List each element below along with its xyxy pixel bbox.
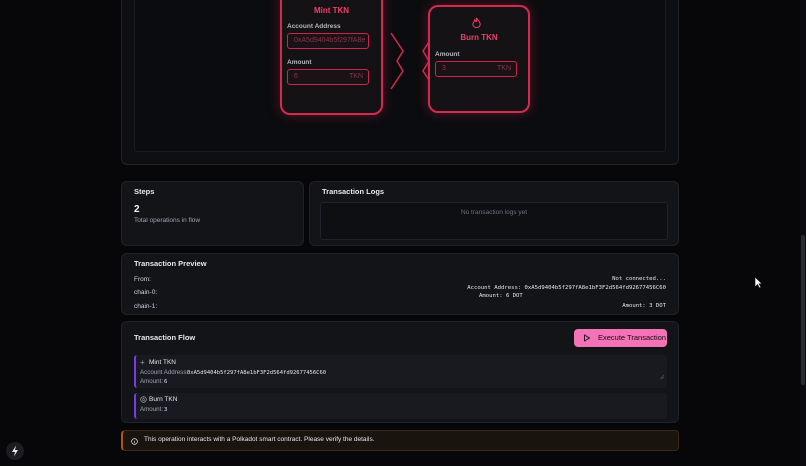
mint-tkn-node[interactable]: + Mint TKN Account Address 0xA5d9404b5f2… — [280, 0, 383, 115]
transaction-preview-card: Transaction Preview From: Not connected.… — [121, 253, 679, 315]
steps-card: Steps 2 Total operations in flow — [121, 181, 304, 246]
steps-count: 2 — [134, 204, 140, 215]
mint-amount-unit: TKN — [349, 73, 363, 80]
preview-from-label: From: — [134, 276, 151, 283]
flame-icon — [472, 17, 481, 28]
steps-caption: Total operations in flow — [134, 217, 201, 224]
mint-account-label: Account Address — [287, 23, 341, 30]
preview-title: Transaction Preview — [134, 259, 207, 268]
burn-amount-label: Amount — [435, 51, 460, 58]
transaction-logs-card: Transaction Logs No transaction logs yet — [309, 181, 679, 246]
resize-handle-icon[interactable] — [659, 374, 665, 380]
preview-chain0-amount: Amount: 6 DOT — [479, 293, 523, 299]
flow-step-item[interactable]: + Mint TKN Account Address: 0xA5d9404b5f… — [134, 355, 667, 388]
preview-chain1-label: chain-1: — [134, 303, 158, 310]
burn-amount-unit: TKN — [497, 65, 511, 72]
mint-amount-input[interactable]: 6 TKN — [287, 69, 369, 85]
burn-tkn-node[interactable]: Burn TKN Amount 3 TKN — [428, 5, 530, 113]
app-launcher-button[interactable] — [6, 442, 24, 460]
step-title: Mint TKN — [149, 359, 176, 366]
flame-icon — [140, 396, 147, 403]
step-amount-label: Amount: — [140, 378, 164, 385]
step-title: Burn TKN — [149, 396, 178, 403]
step-amount-value: 3 — [164, 406, 168, 413]
execute-label: Execute Transaction — [598, 333, 666, 342]
plus-icon: + — [328, 0, 334, 4]
lightning-icon — [12, 445, 18, 457]
burn-amount-input[interactable]: 3 TKN — [435, 61, 517, 77]
warning-text: This operation interacts with a Polkadot… — [144, 436, 375, 443]
steps-title: Steps — [134, 187, 155, 196]
flow-step-item[interactable]: Burn TKN Amount: 3 — [134, 393, 667, 419]
mint-account-value: 0xA5d9404b5f297fA8e — [294, 37, 366, 44]
preview-chain1-value: Amount: 3 DOT — [622, 303, 666, 309]
mint-node-title: Mint TKN — [313, 6, 350, 15]
step-amount-value: 6 — [164, 378, 168, 385]
flow-canvas[interactable]: + Mint TKN Account Address 0xA5d9404b5f2… — [134, 0, 666, 152]
mint-account-input[interactable]: 0xA5d9404b5f297fA8e — [287, 33, 369, 49]
step-account-label: Account Address: — [140, 369, 189, 376]
step-account-value: 0xA5d9404b5f297fA8e1bF3F2d564fd92677456C… — [187, 369, 327, 376]
logs-title: Transaction Logs — [322, 187, 385, 196]
plus-icon: + — [140, 358, 145, 367]
flow-title: Transaction Flow — [134, 333, 196, 342]
page-scrollbar-thumb[interactable] — [801, 235, 805, 385]
preview-chain0-account: Account Address: 0xA5d9404b5f297fA8e1bF3… — [467, 285, 666, 291]
play-icon — [584, 334, 591, 342]
step-amount-label: Amount: — [140, 406, 164, 413]
burn-node-title: Burn TKN — [460, 33, 498, 42]
burn-amount-value: 3 — [442, 65, 446, 72]
logs-empty-text: No transaction logs yet — [460, 209, 528, 216]
flow-canvas-panel: + Mint TKN Account Address 0xA5d9404b5f2… — [121, 0, 679, 165]
logs-area[interactable]: No transaction logs yet — [320, 202, 668, 240]
transaction-flow-card: Transaction Flow Execute Transaction + M… — [121, 321, 679, 423]
info-icon — [131, 438, 138, 445]
mint-amount-label: Amount — [287, 59, 312, 66]
preview-from-value: Not connected... — [612, 276, 666, 282]
mint-amount-value: 6 — [294, 73, 298, 80]
mouse-cursor-icon — [754, 276, 763, 289]
preview-chain0-label: chain-0: — [134, 289, 158, 296]
page-scrollbar[interactable] — [800, 0, 806, 466]
warning-banner: This operation interacts with a Polkadot… — [121, 430, 679, 451]
execute-transaction-button[interactable]: Execute Transaction — [574, 329, 667, 347]
